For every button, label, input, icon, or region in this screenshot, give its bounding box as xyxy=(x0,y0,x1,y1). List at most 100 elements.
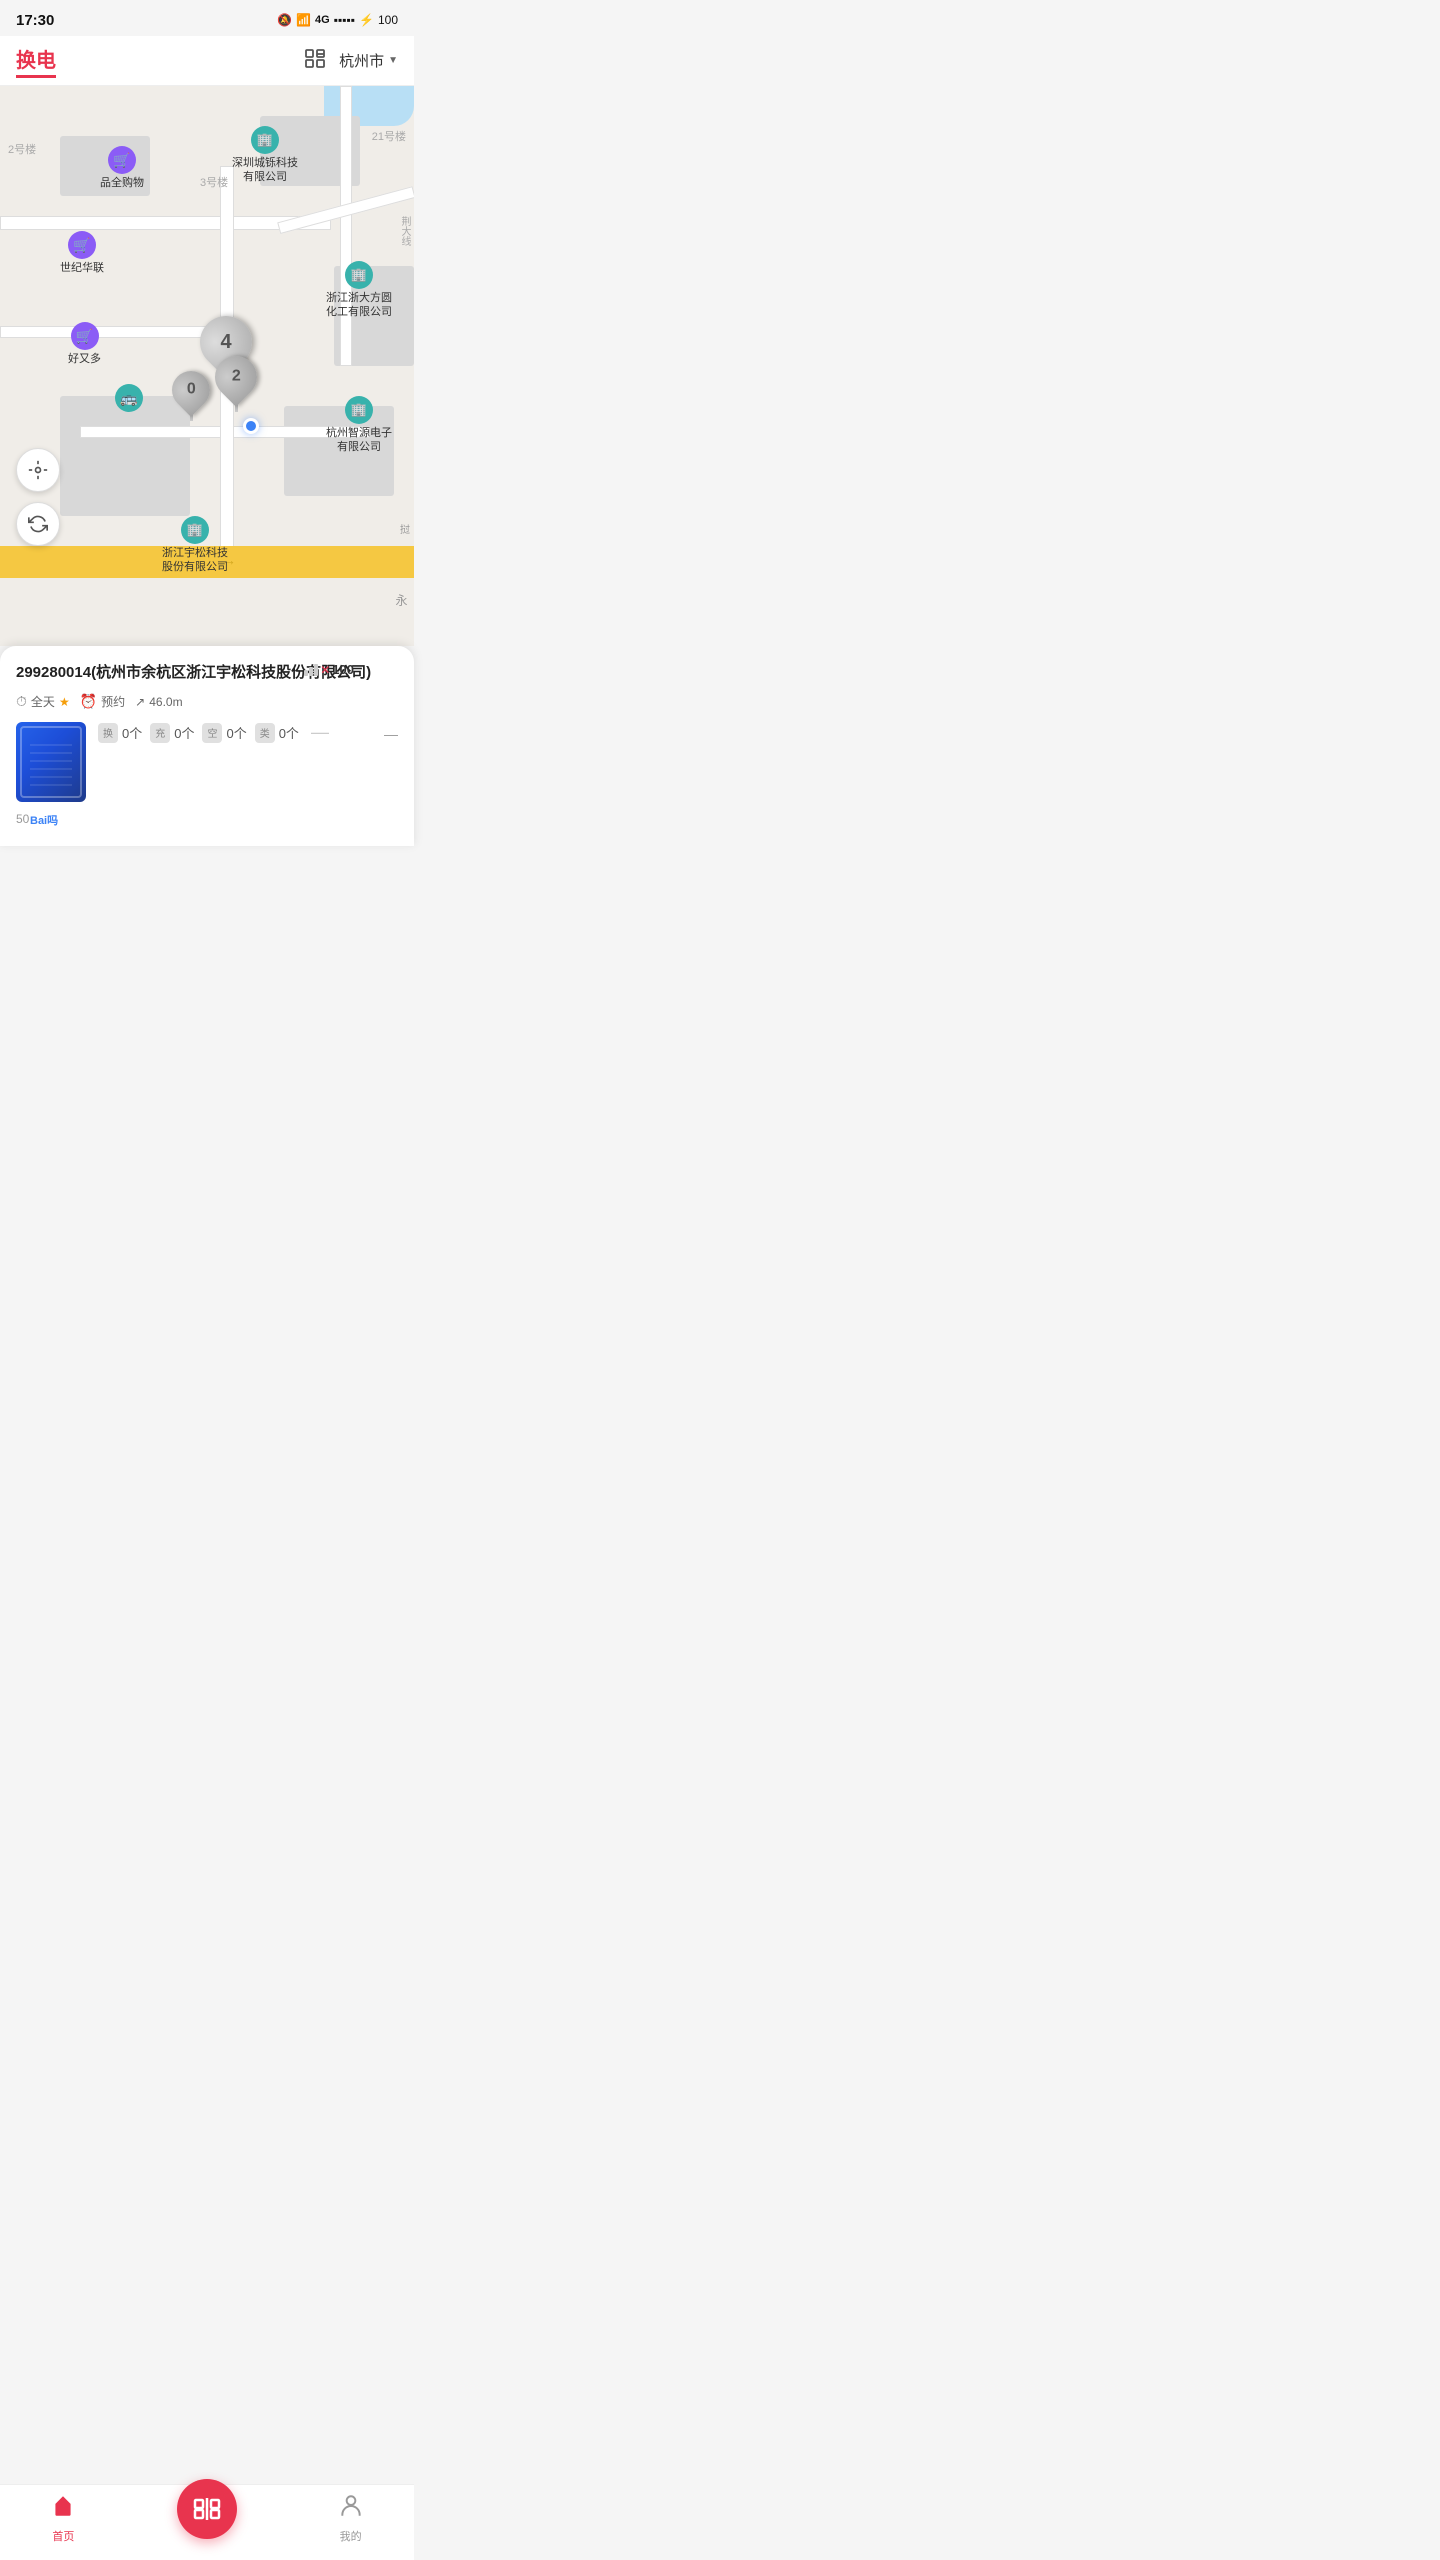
pin-0-number: 0 xyxy=(187,381,196,399)
home-label: 首页 xyxy=(52,2528,74,2544)
bldg-label-3: 3号楼 xyxy=(200,174,228,190)
poi-icon-shijihualian: 🛒 xyxy=(68,231,96,259)
signal-indicator: ✕ 100 xyxy=(304,662,354,677)
pin-4-number: 4 xyxy=(220,331,231,354)
signal-value: 100 xyxy=(332,662,354,677)
slot-icon-1: 充 xyxy=(150,723,170,743)
poi-icon-shenzhen: 🏢 xyxy=(251,126,279,154)
poi-icon-yusong: 🏢 xyxy=(181,516,209,544)
top-nav: 换电 杭州市 ▼ xyxy=(0,36,414,86)
poi-shijihualian[interactable]: 🛒 世纪华联 xyxy=(60,231,104,275)
tag-distance: ↗ 46.0m xyxy=(135,695,182,709)
signal-bar-2 xyxy=(309,667,313,676)
road-jingda: 荆大线 xyxy=(397,216,412,246)
star-icon: ★ xyxy=(59,695,70,709)
bus-icon: 🚌 xyxy=(115,384,143,412)
poi-icon-yueda: 🏢 xyxy=(345,261,373,289)
slot-1: 充 0个 xyxy=(150,723,194,743)
silent-icon: 🔕 xyxy=(277,13,292,27)
status-bar: 17:30 🔕 📶 4G ▪▪▪▪▪ ⚡ 100 xyxy=(0,0,414,36)
city-selector[interactable]: 杭州市 ▼ xyxy=(339,50,398,71)
chevron-down-icon: ▼ xyxy=(388,55,398,66)
wifi-icon: 📶 xyxy=(296,13,311,27)
profile-label: 我的 xyxy=(340,2528,362,2544)
street-h2 xyxy=(0,326,228,338)
poi-yusong[interactable]: 🏢 浙江宇松科技股份有限公司 xyxy=(160,516,230,575)
poi-haoyouduo[interactable]: 🛒 好又多 xyxy=(68,322,101,366)
slot-count-1: 0个 xyxy=(174,723,194,742)
status-icons: 🔕 📶 4G ▪▪▪▪▪ ⚡ 100 xyxy=(277,13,398,27)
poi-label-shijihualian: 世纪华联 xyxy=(60,261,104,275)
distance-text: 46.0m xyxy=(149,695,182,709)
pin-2-number: 2 xyxy=(232,368,241,386)
home-icon xyxy=(50,2493,76,2526)
info-tags: ⏱ 全天 ★ ⏰ 预约 ↗ 46.0m xyxy=(16,693,398,710)
slot-icon-3: 类 xyxy=(255,723,275,743)
poi-yueda[interactable]: 🏢 浙江浙大方圆化工有限公司 xyxy=(324,261,394,320)
poi-icon-haoyouduo: 🛒 xyxy=(71,322,99,350)
page-indicator: 50 xyxy=(16,812,29,826)
clock-icon: ⏱ xyxy=(16,693,27,710)
poi-label-haoyouduo: 好又多 xyxy=(68,352,101,366)
nav-profile[interactable]: 我的 xyxy=(338,2493,364,2544)
poi-shenzhen[interactable]: 🏢 深圳城铄科技有限公司 xyxy=(230,126,300,185)
poi-label-yueda: 浙江浙大方圆化工有限公司 xyxy=(324,291,394,320)
location-dot xyxy=(243,418,259,434)
slot-icon-0: 换 xyxy=(98,723,118,743)
signal-error-icon: ✕ xyxy=(320,663,330,677)
hours-text: 全天 xyxy=(31,693,55,710)
bldg-label-21: 21号楼 xyxy=(372,128,406,144)
poi-label-shenzhen: 深圳城铄科技有限公司 xyxy=(230,156,300,185)
street-v2 xyxy=(340,86,352,366)
slot-count-3: 0个 xyxy=(279,723,299,742)
slot-0: 换 0个 xyxy=(98,723,142,743)
station-image xyxy=(16,722,86,802)
map-container[interactable]: ← → 永 挝 2号楼 3号楼 21号楼 荆大线 🛒 品全购物 🛒 世纪华联 🛒… xyxy=(0,86,414,646)
bldg-label-2: 2号楼 xyxy=(8,141,36,157)
slot-row: 换 0个 充 0个 空 0个 类 0个 — xyxy=(98,722,398,743)
city-name: 杭州市 xyxy=(339,50,384,71)
dash-line: — xyxy=(384,726,398,742)
baidu-logo: Bai吗 xyxy=(30,812,58,828)
road-label-yong: 永 xyxy=(393,594,410,606)
pin-2[interactable]: 2 xyxy=(215,356,257,412)
poi-icon-pinquan: 🛒 xyxy=(108,146,136,174)
nav-right: 杭州市 ▼ xyxy=(303,46,398,75)
battery-slots: 换 0个 充 0个 空 0个 类 0个 — xyxy=(98,722,398,743)
signal-4g-icon: 4G xyxy=(315,14,330,26)
profile-icon xyxy=(338,2493,364,2526)
poi-label-pinquan: 品全购物 xyxy=(100,176,144,190)
status-time: 17:30 xyxy=(16,12,54,29)
refresh-button[interactable] xyxy=(16,502,60,546)
building-block xyxy=(60,396,190,516)
info-panel: ✕ 100 — 299280014(杭州市余杭区浙江宇松科技股份有限公司) ⏱ … xyxy=(0,646,414,846)
poi-pinquan[interactable]: 🛒 品全购物 xyxy=(100,146,144,190)
scan-button[interactable] xyxy=(177,2479,237,2539)
signal-bars xyxy=(304,664,318,676)
poi-label-yusong: 浙江宇松科技股份有限公司 xyxy=(160,546,230,575)
bus-stop-marker[interactable]: 🚌 xyxy=(115,384,143,412)
slot-count-0: 0个 xyxy=(122,723,142,742)
reserve-text: 预约 xyxy=(101,693,125,710)
locate-button[interactable] xyxy=(16,448,60,492)
signal-bar-1 xyxy=(304,670,308,676)
battery-value: 100 xyxy=(378,13,398,27)
map-controls xyxy=(16,448,60,546)
pin-0[interactable]: 0 xyxy=(172,371,210,421)
road-label-side: 挝 xyxy=(400,521,410,536)
info-content: 换 0个 充 0个 空 0个 类 0个 — xyxy=(16,722,398,802)
charging-icon: ⚡ xyxy=(359,13,374,27)
navigate-icon: ↗ xyxy=(135,695,145,709)
poi-icon-zhiyuan: 🏢 xyxy=(345,396,373,424)
more-icon: — xyxy=(311,722,329,743)
nav-home[interactable]: 首页 xyxy=(50,2493,76,2544)
nav-title: 换电 xyxy=(16,44,56,78)
slot-2: 空 0个 xyxy=(202,723,246,743)
poi-zhiyuan[interactable]: 🏢 杭州智源电子有限公司 xyxy=(324,396,394,455)
signal-bars-icon: ▪▪▪▪▪ xyxy=(334,13,355,27)
slot-count-2: 0个 xyxy=(226,723,246,742)
tag-reserve: ⏰ 预约 xyxy=(80,693,125,710)
tag-hours: ⏱ 全天 ★ xyxy=(16,693,70,710)
list-view-icon[interactable] xyxy=(303,46,327,75)
bottom-nav: 首页 我的 xyxy=(0,2484,414,2560)
